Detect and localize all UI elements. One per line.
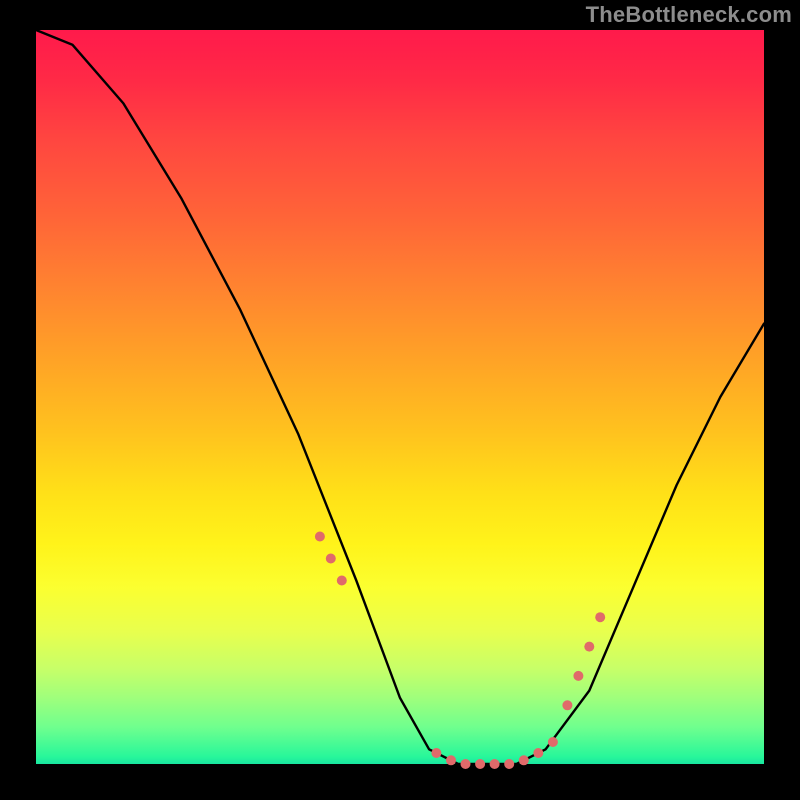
chart-stage: TheBottleneck.com: [0, 0, 800, 800]
plot-area: [36, 30, 764, 764]
watermark-text: TheBottleneck.com: [586, 2, 792, 28]
